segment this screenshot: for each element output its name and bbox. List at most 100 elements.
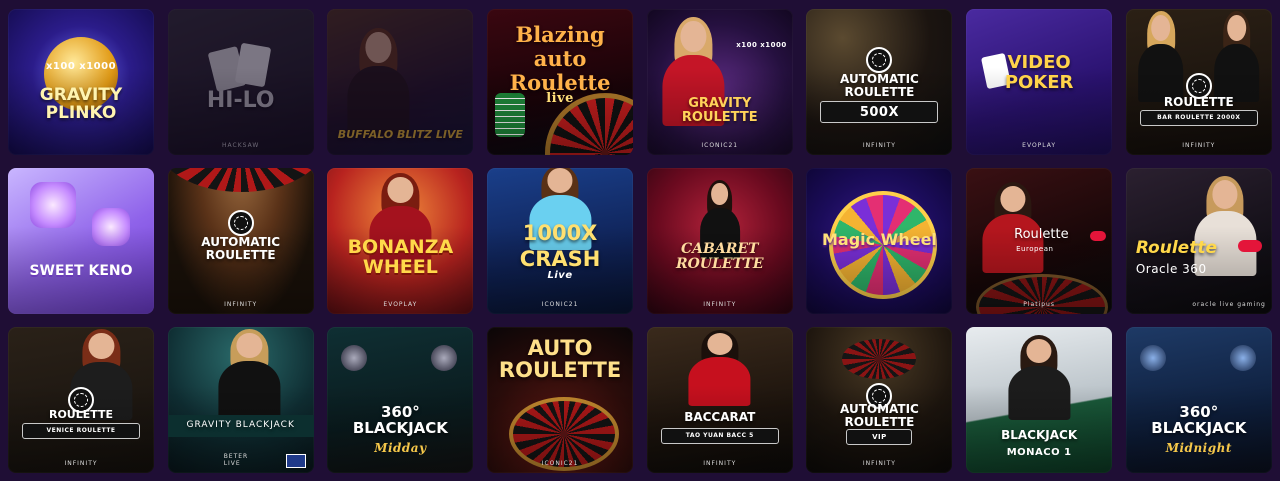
provider-logo: ICONIC21 bbox=[701, 142, 739, 149]
tile-title: Blazing auto Roulette bbox=[509, 22, 611, 96]
candy-ball-graphic bbox=[92, 208, 130, 246]
game-tile-magic-wheel[interactable]: Magic Wheel bbox=[806, 168, 953, 314]
tile-title: 360° BLACKJACK bbox=[1151, 403, 1247, 437]
tile-subtitle: VIP bbox=[872, 433, 887, 441]
game-tile-automatic-roulette[interactable]: AUTOMATIC ROULETTE INFINITY bbox=[167, 168, 314, 314]
tile-title: ROULETTE bbox=[1163, 95, 1234, 109]
tile-title: AUTOMATIC ROULETTE bbox=[201, 235, 281, 262]
provider-logo: INFINITY bbox=[862, 460, 896, 467]
tile-title: SWEET KENO bbox=[29, 263, 133, 279]
tile-subtitle-bar: TAO YUAN BACC 5 bbox=[660, 428, 779, 444]
tile-title: AUTOMATIC ROULETTE bbox=[840, 72, 919, 99]
game-tile-hi-lo[interactable]: HI-LO HACKSAW bbox=[167, 9, 314, 155]
dealer-figure-left bbox=[1136, 11, 1186, 103]
game-tile-venice-roulette[interactable]: ROULETTE VENICE ROULETTE INFINITY bbox=[8, 327, 154, 473]
uk-flag-icon bbox=[285, 454, 306, 468]
tile-title: GRAVITY BLACKJACK bbox=[186, 420, 295, 430]
live-badge bbox=[1090, 231, 1107, 241]
tile-subtitle: Midday bbox=[374, 441, 427, 455]
tile-title: BACCARAT bbox=[684, 410, 756, 424]
provider-logo: Platipus bbox=[1023, 301, 1055, 308]
dealer-figure bbox=[345, 28, 412, 135]
game-tile-buffalo-blitz-live[interactable]: BUFFALO BLITZ LIVE bbox=[327, 9, 474, 155]
provider-logo: INFINITY bbox=[703, 301, 737, 308]
tile-title: 1000X CRASH bbox=[519, 221, 601, 272]
tile-title: ROULETTE bbox=[48, 408, 114, 421]
dealer-figure-right bbox=[1212, 11, 1262, 103]
stage-lamp-graphic bbox=[1229, 345, 1256, 371]
tile-title: 360° BLACKJACK bbox=[352, 403, 448, 437]
game-tile-roulette-bar-2000x[interactable]: ROULETTE BAR ROULETTE 2000X INFINITY bbox=[1125, 9, 1272, 155]
roulette-wheel-graphic bbox=[976, 274, 1109, 314]
tile-subtitle: Midnight bbox=[1165, 441, 1232, 455]
stage-lamp-graphic bbox=[341, 345, 368, 371]
playing-cards-graphic bbox=[207, 45, 247, 93]
tile-title: BLACKJACK bbox=[1001, 428, 1078, 442]
stage-lamp-graphic bbox=[431, 345, 458, 371]
provider-logo: EVOPLAY bbox=[1022, 142, 1057, 149]
dealer-figure bbox=[1006, 335, 1073, 421]
tile-subtitle-bar: BAR ROULETTE 2000X bbox=[1139, 110, 1258, 126]
tile-title: AUTOMATIC ROULETTE bbox=[840, 402, 919, 429]
game-tile-european-roulette-live[interactable]: Roulette European Platipus bbox=[966, 168, 1113, 314]
game-tile-blazing-auto-roulette[interactable]: Blazing auto Roulette live bbox=[487, 9, 634, 155]
roulette-wheel-graphic bbox=[842, 339, 917, 379]
tile-multiplier-text: x100 x1000 bbox=[736, 41, 787, 49]
tile-subtitle: MONACO 1 bbox=[1006, 447, 1072, 458]
game-tile-baccarat-tao-yuan[interactable]: BACCARAT TAO YUAN BACC 5 INFINITY bbox=[646, 327, 793, 473]
tile-title: VIDEO POKER bbox=[1004, 52, 1074, 93]
provider-logo: EVOPLAY bbox=[383, 301, 418, 308]
tile-title: BUFFALO BLITZ LIVE bbox=[337, 128, 463, 142]
tile-subtitle: European bbox=[1016, 245, 1054, 253]
provider-logo: INFINITY bbox=[862, 142, 896, 149]
stage-lamp-graphic bbox=[1139, 345, 1166, 371]
playing-card-graphic bbox=[234, 42, 271, 88]
game-tile-sweet-keno[interactable]: SWEET KENO bbox=[8, 168, 154, 314]
game-tile-gravity-roulette[interactable]: x100 x1000 GRAVITY ROULETTE ICONIC21 bbox=[646, 9, 793, 155]
tile-title: GRAVITY PLINKO bbox=[39, 85, 123, 123]
infinity-badge-icon bbox=[866, 47, 893, 73]
game-tile-auto-roulette[interactable]: AUTO ROULETTE ICONIC21 bbox=[487, 327, 634, 473]
tile-title: CABARET ROULETTE bbox=[675, 241, 764, 272]
roulette-wheel-graphic bbox=[167, 168, 314, 192]
tile-subtitle: BAR ROULETTE 2000X bbox=[1157, 114, 1241, 121]
dealer-figure bbox=[216, 329, 283, 418]
tile-subtitle: Live bbox=[547, 270, 573, 281]
infinity-badge-icon bbox=[227, 210, 254, 236]
provider-logo: HACKSAW bbox=[222, 142, 260, 149]
provider-logo: ICONIC21 bbox=[541, 460, 579, 467]
provider-logo: INFINITY bbox=[1182, 142, 1216, 149]
tile-subtitle-bar: VENICE ROULETTE bbox=[22, 423, 140, 439]
game-grid: x100 x1000 GRAVITY PLINKO HI-LO HACKSAW … bbox=[8, 9, 1272, 473]
game-tile-cabaret-roulette[interactable]: CABARET ROULETTE INFINITY bbox=[646, 168, 793, 314]
tile-subtitle: live bbox=[546, 91, 574, 106]
provider-logo: ICONIC21 bbox=[541, 301, 579, 308]
tile-title: BONANZA WHEEL bbox=[347, 236, 454, 278]
provider-logo: INFINITY bbox=[64, 460, 98, 467]
tile-subtitle: TAO YUAN BACC 5 bbox=[685, 432, 754, 439]
tile-title: HI-LO bbox=[206, 88, 275, 113]
game-tile-gravity-plinko[interactable]: x100 x1000 GRAVITY PLINKO bbox=[8, 9, 154, 155]
candy-ball-graphic bbox=[30, 182, 76, 228]
game-tile-blackjack-monaco-1[interactable]: BLACKJACK MONACO 1 bbox=[966, 327, 1113, 473]
game-tile-gravity-blackjack[interactable]: GRAVITY BLACKJACK BETER LIVE bbox=[167, 327, 314, 473]
game-tile-roulette-oracle-360[interactable]: Roulette Oracle 360 oracle live gaming bbox=[1125, 168, 1272, 314]
game-tile-360-blackjack-midnight[interactable]: 360° BLACKJACK Midnight bbox=[1125, 327, 1272, 473]
tile-subtitle: 500X bbox=[859, 105, 900, 120]
tile-title: Magic Wheel bbox=[821, 230, 937, 249]
game-tile-360-blackjack-midday[interactable]: 360° BLACKJACK Midday bbox=[327, 327, 474, 473]
tile-subtitle: VENICE ROULETTE bbox=[46, 427, 116, 434]
game-tile-1000x-crash-live[interactable]: 1000X CRASH Live ICONIC21 bbox=[487, 168, 634, 314]
game-tile-automatic-roulette-500x[interactable]: AUTOMATIC ROULETTE 500X INFINITY bbox=[806, 9, 953, 155]
tile-subtitle-bar: 500X bbox=[820, 101, 939, 123]
tile-multiplier-text: x100 x1000 bbox=[45, 61, 117, 72]
dealer-figure bbox=[686, 329, 753, 406]
live-badge bbox=[1237, 240, 1262, 252]
tile-subtitle: Oracle 360 bbox=[1135, 262, 1207, 276]
provider-logo: BETER LIVE bbox=[223, 453, 249, 467]
game-tile-automatic-roulette-vip[interactable]: AUTOMATIC ROULETTE VIP INFINITY bbox=[806, 327, 953, 473]
tile-title: GRAVITY ROULETTE bbox=[681, 96, 758, 125]
game-tile-video-poker[interactable]: VIDEO POKER EVOPLAY bbox=[966, 9, 1113, 155]
game-tile-bonanza-wheel[interactable]: BONANZA WHEEL EVOPLAY bbox=[327, 168, 474, 314]
tile-title: AUTO ROULETTE bbox=[498, 336, 622, 383]
